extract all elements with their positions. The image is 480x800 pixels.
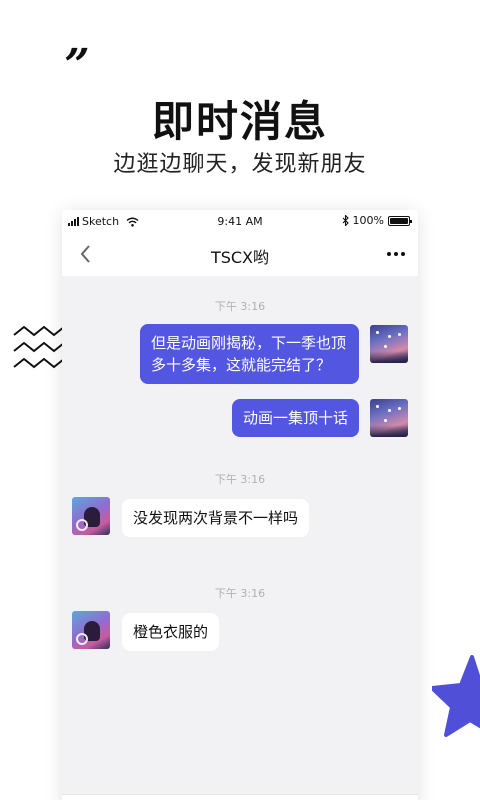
self-avatar[interactable] — [370, 325, 408, 363]
star-decoration-icon — [432, 655, 480, 737]
battery-icon — [388, 215, 412, 226]
outgoing-message-bubble[interactable]: 动画一集顶十话 — [232, 399, 360, 437]
self-avatar[interactable] — [370, 399, 408, 437]
more-dots-icon[interactable] — [384, 242, 408, 266]
chat-input-bar[interactable] — [62, 794, 418, 800]
battery-percent: 100% — [352, 214, 384, 227]
incoming-message-bubble[interactable]: 没发现两次背景不一样吗 — [122, 499, 310, 537]
message-line: 多十多集，这就能完结了？ — [151, 356, 332, 374]
promo-subtitle: 边逛边聊天，发现新朋友 — [113, 152, 367, 177]
message-timestamp: 下午 3:16 — [214, 587, 266, 600]
outgoing-message-bubble[interactable]: 但是动画刚揭秘，下一季也顶 多十多集，这就能完结了？ — [140, 324, 359, 384]
message-timestamp: 下午 3:16 — [214, 473, 266, 486]
incoming-message-bubble[interactable]: 橙色衣服的 — [122, 613, 220, 651]
promo-title: 即时消息 — [151, 97, 328, 146]
phone-mockup: Sketch 9:41 AM 100% TSCX哟 下午 3:16 但是动画刚揭… — [62, 210, 418, 800]
contact-avatar[interactable] — [72, 497, 110, 535]
bluetooth-icon — [342, 215, 349, 226]
message-line: 但是动画刚揭秘，下一季也顶 — [151, 334, 347, 352]
status-bar: Sketch 9:41 AM 100% — [62, 210, 418, 234]
zigzag-decoration-icon — [13, 325, 65, 369]
chat-nav-bar: TSCX哟 — [62, 234, 418, 276]
status-right-group: 100% — [342, 214, 412, 227]
quote-mark-icon: ” — [56, 40, 89, 91]
contact-avatar[interactable] — [72, 611, 110, 649]
message-timestamp: 下午 3:16 — [214, 300, 266, 313]
chat-title: TSCX哟 — [210, 248, 270, 267]
